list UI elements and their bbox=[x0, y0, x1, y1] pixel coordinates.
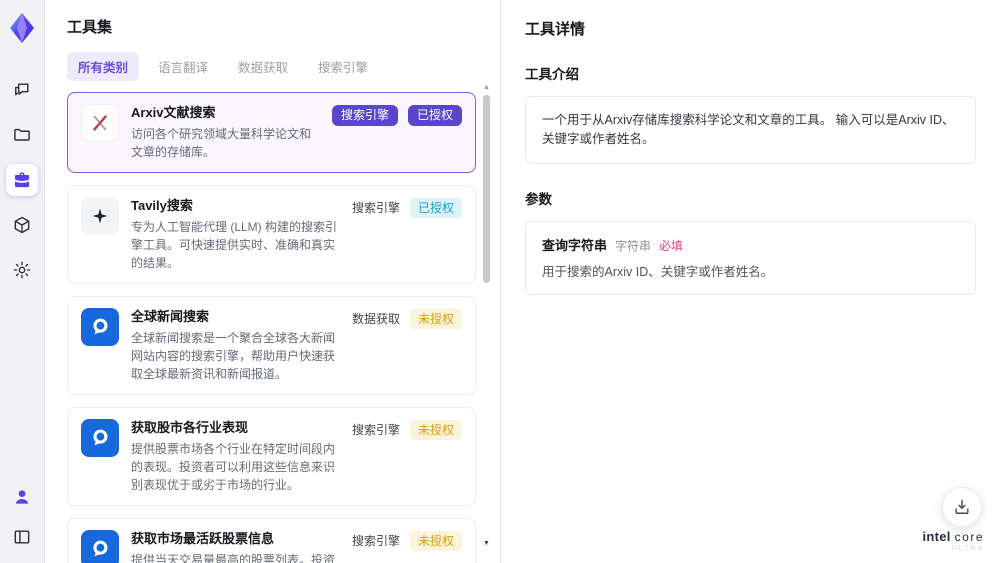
tool-card[interactable]: Tavily搜索 专为人工智能代理 (LLM) 构建的搜索引擎工具。可快速提供实… bbox=[67, 185, 476, 284]
tool-category-tag: 搜索引擎 bbox=[351, 534, 400, 548]
scroll-up-arrow[interactable]: ▲ bbox=[483, 84, 490, 91]
rail-nav bbox=[6, 74, 38, 286]
tool-details-panel: 工具详情 工具介绍 一个用于从Arxiv存储库搜索科学论文和文章的工具。 输入可… bbox=[500, 0, 1000, 563]
tool-name: 获取市场最活跃股票信息 bbox=[131, 531, 275, 546]
toolbox-icon[interactable] bbox=[6, 164, 38, 196]
category-tabs: 所有类别 语言翻译 数据获取 搜索引擎 bbox=[67, 52, 500, 81]
intel-core-logo: intel core ULTRA bbox=[922, 529, 985, 554]
tool-category-tag: 数据获取 bbox=[351, 312, 400, 326]
tool-name: 全球新闻搜索 bbox=[131, 309, 210, 324]
icon-rail bbox=[0, 0, 45, 563]
intro-section-title: 工具介绍 bbox=[525, 67, 579, 82]
tab-search-engine[interactable]: 搜索引擎 bbox=[307, 52, 379, 81]
parameter-type: 字符串 bbox=[615, 239, 652, 253]
app-logo bbox=[8, 12, 36, 44]
tool-description: 访问各个研究领域大量科学论文和文章的存储库。 bbox=[131, 127, 312, 159]
tool-name: Tavily搜索 bbox=[131, 198, 193, 213]
download-button[interactable] bbox=[942, 487, 982, 527]
tool-category-tag: 搜索引擎 bbox=[331, 105, 398, 126]
cube-icon[interactable] bbox=[6, 209, 38, 241]
tool-auth-status-badge: 未授权 bbox=[409, 309, 462, 329]
tool-card[interactable]: 获取股市各行业表现 提供股票市场各个行业在特定时间段内的表现。投资者可以利用这些… bbox=[67, 407, 476, 506]
tab-data-fetch[interactable]: 数据获取 bbox=[227, 52, 299, 81]
tool-auth-status-badge: 已授权 bbox=[407, 105, 462, 126]
tool-description: 提供股票市场各个行业在特定时间段内的表现。投资者可以利用这些信息来识别表现优于或… bbox=[131, 442, 336, 492]
tool-card[interactable]: Arxiv文献搜索 访问各个研究领域大量科学论文和文章的存储库。 搜索引擎 已授… bbox=[67, 92, 476, 173]
tool-description: 提供当天交易量最高的股票列表。投资者可以利用这些信息来识别流动性强的股票和潜在的… bbox=[131, 553, 336, 563]
rail-bottom bbox=[6, 481, 38, 553]
brand-core-text: core bbox=[954, 530, 984, 544]
parameter-box: 查询字符串 字符串 必填 用于搜索的Arxiv ID、关键字或作者姓名。 bbox=[525, 221, 976, 295]
scrollbar-thumb[interactable] bbox=[483, 95, 490, 283]
details-title: 工具详情 bbox=[525, 21, 586, 38]
chat-icon[interactable] bbox=[6, 74, 38, 106]
parameter-description: 用于搜索的Arxiv ID、关键字或作者姓名。 bbox=[542, 265, 774, 279]
tool-description: 全球新闻搜索是一个聚合全球各大新闻网站内容的搜索引擎，帮助用户快速获取全球最新资… bbox=[131, 331, 336, 381]
panel-toggle-icon[interactable] bbox=[6, 521, 38, 553]
tool-name: Arxiv文献搜索 bbox=[131, 105, 216, 120]
user-avatar-icon[interactable] bbox=[6, 481, 38, 513]
tavily-tool-icon bbox=[81, 197, 119, 235]
tool-card[interactable]: 全球新闻搜索 全球新闻搜索是一个聚合全球各大新闻网站内容的搜索引擎，帮助用户快速… bbox=[67, 296, 476, 395]
folder-icon[interactable] bbox=[6, 119, 38, 151]
params-section-title: 参数 bbox=[525, 192, 552, 207]
tab-all-categories[interactable]: 所有类别 bbox=[67, 52, 140, 81]
news-tool-icon bbox=[81, 419, 119, 457]
list-scrollbar[interactable]: ▲ ▼ bbox=[482, 84, 492, 547]
arxiv-tool-icon bbox=[81, 104, 119, 142]
tool-auth-status-badge: 未授权 bbox=[409, 420, 462, 440]
toolset-panel: 工具集 所有类别 语言翻译 数据获取 搜索引擎 Arxiv文献搜索 访问各个研究… bbox=[45, 0, 500, 563]
tool-card[interactable]: 获取市场最活跃股票信息 提供当天交易量最高的股票列表。投资者可以利用这些信息来识… bbox=[67, 518, 476, 563]
tool-auth-status-badge: 已授权 bbox=[409, 198, 462, 218]
parameter-name: 查询字符串 bbox=[542, 238, 608, 253]
brand-intel-text: intel bbox=[922, 529, 951, 544]
settings-gear-icon[interactable] bbox=[6, 254, 38, 286]
download-icon bbox=[952, 497, 972, 517]
tool-name: 获取股市各行业表现 bbox=[131, 420, 249, 435]
news-tool-icon bbox=[81, 530, 119, 563]
tool-intro-box: 一个用于从Arxiv存储库搜索科学论文和文章的工具。 输入可以是Arxiv ID… bbox=[525, 96, 976, 164]
news-tool-icon bbox=[81, 308, 119, 346]
tool-description: 专为人工智能代理 (LLM) 构建的搜索引擎工具。可快速提供实时、准确和真实的结… bbox=[131, 220, 338, 270]
toolset-title: 工具集 bbox=[67, 19, 113, 36]
tool-auth-status-badge: 未授权 bbox=[409, 531, 462, 551]
brand-ultra-text: ULTRA bbox=[951, 545, 984, 552]
tool-list: Arxiv文献搜索 访问各个研究领域大量科学论文和文章的存储库。 搜索引擎 已授… bbox=[67, 92, 500, 563]
tool-category-tag: 搜索引擎 bbox=[351, 201, 400, 215]
tab-language-translation[interactable]: 语言翻译 bbox=[147, 52, 219, 81]
tool-category-tag: 搜索引擎 bbox=[351, 423, 400, 437]
scroll-down-arrow[interactable]: ▼ bbox=[483, 540, 490, 547]
parameter-required-flag: 必填 bbox=[659, 239, 684, 253]
